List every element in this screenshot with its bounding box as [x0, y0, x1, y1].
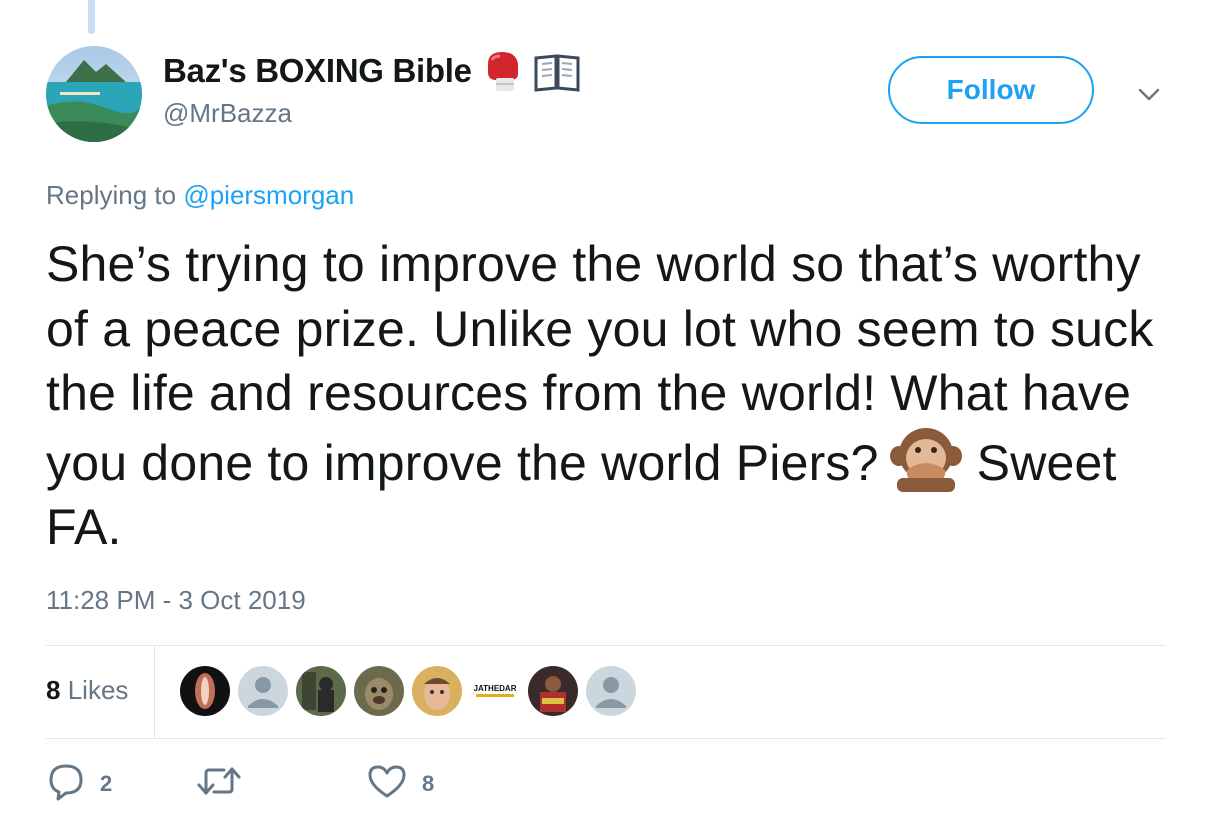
- display-name[interactable]: Baz's BOXING Bible: [163, 52, 472, 90]
- default-avatar-icon[interactable]: [586, 666, 636, 716]
- likes-count[interactable]: 8 Likes: [46, 675, 128, 706]
- likes-number: 8: [46, 675, 61, 705]
- liker-avatar[interactable]: JATHEDAR: [470, 666, 520, 716]
- thread-connector-line: [88, 0, 95, 34]
- vertical-divider: [154, 646, 155, 738]
- retweet-button[interactable]: [196, 760, 256, 808]
- reply-button[interactable]: 2: [46, 760, 112, 808]
- retweet-icon: [196, 761, 242, 807]
- boxing-glove-icon: [482, 50, 524, 92]
- liker-avatar[interactable]: [180, 666, 230, 716]
- follow-button[interactable]: Follow: [888, 56, 1094, 124]
- reply-context: Replying to @piersmorgan: [46, 180, 354, 211]
- reply-mention-link[interactable]: @piersmorgan: [183, 180, 354, 210]
- like-count: 8: [422, 771, 435, 796]
- avatar[interactable]: [46, 46, 142, 142]
- user-handle[interactable]: @MrBazza: [163, 98, 292, 129]
- liker-avatar[interactable]: [354, 666, 404, 716]
- likers-avatar-list: JATHEDAR: [180, 666, 636, 716]
- reply-prefix: Replying to: [46, 180, 177, 210]
- speak-no-evil-monkey-icon: [889, 426, 963, 492]
- open-book-icon: [534, 50, 580, 92]
- liker-avatar[interactable]: [412, 666, 462, 716]
- display-name-row: Baz's BOXING Bible: [163, 46, 580, 96]
- reply-icon: [46, 761, 86, 807]
- reply-count: 2: [100, 771, 113, 796]
- chevron-down-icon[interactable]: [1134, 80, 1164, 110]
- divider: [46, 738, 1166, 739]
- liker-avatar[interactable]: [528, 666, 578, 716]
- default-avatar-icon[interactable]: [238, 666, 288, 716]
- likes-label: Likes: [67, 675, 129, 705]
- heart-icon: [366, 761, 408, 807]
- like-button[interactable]: 8: [366, 760, 434, 808]
- liker-avatar-text: JATHEDAR: [473, 684, 517, 693]
- tweet-text: She’s trying to improve the world so tha…: [46, 232, 1176, 560]
- liker-avatar[interactable]: [296, 666, 346, 716]
- tweet-timestamp[interactable]: 11:28 PM - 3 Oct 2019: [46, 585, 306, 616]
- divider: [46, 645, 1166, 646]
